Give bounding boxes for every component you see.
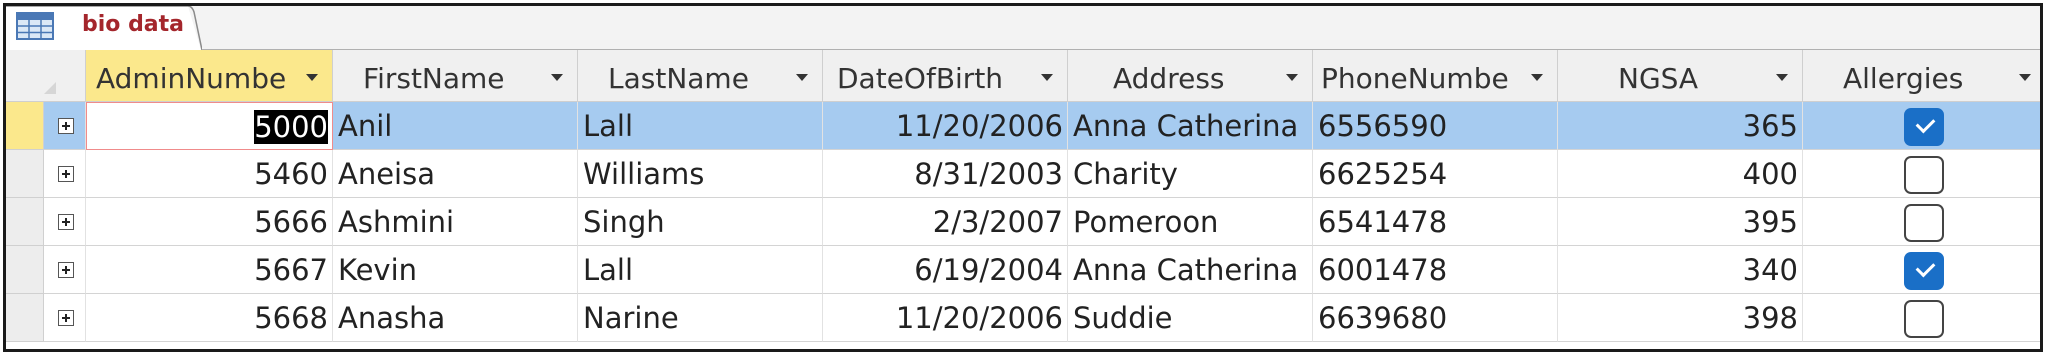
- allergies-checkbox[interactable]: [1904, 300, 1944, 338]
- chevron-down-icon[interactable]: [1531, 74, 1543, 81]
- chevron-down-icon[interactable]: [2019, 74, 2031, 81]
- table-row[interactable]: 5000 Anil Lall 11/20/2006 Anna Catherina…: [6, 102, 2040, 150]
- cell-dateofbirth[interactable]: 11/20/2006: [823, 294, 1068, 342]
- cell-adminnumber[interactable]: 5668: [86, 294, 333, 342]
- cell-firstname[interactable]: Ashmini: [333, 198, 578, 246]
- column-header-label: Address: [1113, 62, 1225, 95]
- cell-allergies[interactable]: [1803, 102, 2040, 150]
- select-all-corner[interactable]: [6, 50, 86, 102]
- cell-address[interactable]: Anna Catherina: [1068, 102, 1313, 150]
- cell-address[interactable]: Charity: [1068, 150, 1313, 198]
- cell-adminnumber[interactable]: 5000: [86, 102, 333, 150]
- expand-subdatasheet[interactable]: [44, 246, 86, 294]
- table-row[interactable]: 5666 Ashmini Singh 2/3/2007 Pomeroon 654…: [6, 198, 2040, 246]
- cell-dateofbirth[interactable]: 6/19/2004: [823, 246, 1068, 294]
- cell-phonenumber[interactable]: 6639680: [1313, 294, 1558, 342]
- cell-ngsa[interactable]: 400: [1558, 150, 1803, 198]
- cell-ngsa[interactable]: 398: [1558, 294, 1803, 342]
- record-selector[interactable]: [6, 294, 44, 342]
- column-header-label: Allergies: [1843, 62, 1964, 95]
- column-header-address[interactable]: Address: [1068, 50, 1313, 102]
- plus-icon[interactable]: [58, 262, 74, 278]
- cell-address[interactable]: Suddie: [1068, 294, 1313, 342]
- cell-ngsa[interactable]: 340: [1558, 246, 1803, 294]
- column-header-label: NGSA: [1618, 62, 1699, 95]
- table-row[interactable]: 5460 Aneisa Williams 8/31/2003 Charity 6…: [6, 150, 2040, 198]
- tab-title[interactable]: bio data: [82, 12, 184, 37]
- cell-lastname[interactable]: Williams: [578, 150, 823, 198]
- chevron-down-icon[interactable]: [1286, 74, 1298, 81]
- cell-lastname[interactable]: Lall: [578, 246, 823, 294]
- column-header-allergies[interactable]: Allergies: [1803, 50, 2040, 102]
- cell-lastname[interactable]: Lall: [578, 102, 823, 150]
- column-header-label: FirstName: [363, 62, 505, 95]
- record-selector[interactable]: [6, 150, 44, 198]
- chevron-down-icon[interactable]: [551, 74, 563, 81]
- allergies-checkbox[interactable]: [1904, 156, 1944, 194]
- column-header-phonenumber[interactable]: PhoneNumbe: [1313, 50, 1558, 102]
- column-header-dateofbirth[interactable]: DateOfBirth: [823, 50, 1068, 102]
- expand-subdatasheet[interactable]: [44, 102, 86, 150]
- column-header-label: LastName: [608, 62, 749, 95]
- cell-allergies[interactable]: [1803, 246, 2040, 294]
- cell-phonenumber[interactable]: 6625254: [1313, 150, 1558, 198]
- record-selector[interactable]: [6, 198, 44, 246]
- cell-lastname[interactable]: Narine: [578, 294, 823, 342]
- expand-subdatasheet[interactable]: [44, 198, 86, 246]
- table-icon: [16, 12, 54, 40]
- cell-dateofbirth[interactable]: 2/3/2007: [823, 198, 1068, 246]
- cell-ngsa[interactable]: 395: [1558, 198, 1803, 246]
- allergies-checkbox[interactable]: [1904, 252, 1944, 290]
- plus-icon[interactable]: [58, 166, 74, 182]
- cell-allergies[interactable]: [1803, 198, 2040, 246]
- tab-strip: bio data: [6, 6, 2040, 50]
- expand-subdatasheet[interactable]: [44, 150, 86, 198]
- column-header-adminnumber[interactable]: AdminNumbe: [86, 50, 333, 102]
- cell-firstname[interactable]: Kevin: [333, 246, 578, 294]
- cell-adminnumber[interactable]: 5460: [86, 150, 333, 198]
- cell-firstname[interactable]: Aneisa: [333, 150, 578, 198]
- column-header-lastname[interactable]: LastName: [578, 50, 823, 102]
- column-header-firstname[interactable]: FirstName: [333, 50, 578, 102]
- plus-icon[interactable]: [58, 310, 74, 326]
- expand-subdatasheet[interactable]: [44, 294, 86, 342]
- table-row[interactable]: 5668 Anasha Narine 11/20/2006 Suddie 663…: [6, 294, 2040, 342]
- cell-dateofbirth[interactable]: 11/20/2006: [823, 102, 1068, 150]
- column-header-label: PhoneNumbe: [1321, 62, 1509, 95]
- cell-phonenumber[interactable]: 6001478: [1313, 246, 1558, 294]
- cell-dateofbirth[interactable]: 8/31/2003: [823, 150, 1068, 198]
- cell-allergies[interactable]: [1803, 294, 2040, 342]
- cell-firstname[interactable]: Anasha: [333, 294, 578, 342]
- allergies-checkbox[interactable]: [1904, 204, 1944, 242]
- column-header-ngsa[interactable]: NGSA: [1558, 50, 1803, 102]
- cell-firstname[interactable]: Anil: [333, 102, 578, 150]
- cell-adminnumber[interactable]: 5666: [86, 198, 333, 246]
- chevron-down-icon[interactable]: [1041, 74, 1053, 81]
- cell-adminnumber[interactable]: 5667: [86, 246, 333, 294]
- cell-phonenumber[interactable]: 6556590: [1313, 102, 1558, 150]
- cell-address[interactable]: Pomeroon: [1068, 198, 1313, 246]
- cell-ngsa[interactable]: 365: [1558, 102, 1803, 150]
- chevron-down-icon[interactable]: [796, 74, 808, 81]
- chevron-down-icon[interactable]: [1776, 74, 1788, 81]
- chevron-down-icon[interactable]: [306, 74, 318, 81]
- cell-value-selected[interactable]: 5000: [254, 110, 328, 144]
- plus-icon[interactable]: [58, 118, 74, 134]
- cell-address[interactable]: Anna Catherina: [1068, 246, 1313, 294]
- cell-allergies[interactable]: [1803, 150, 2040, 198]
- cell-lastname[interactable]: Singh: [578, 198, 823, 246]
- cell-phonenumber[interactable]: 6541478: [1313, 198, 1558, 246]
- record-selector[interactable]: [6, 246, 44, 294]
- plus-icon[interactable]: [58, 214, 74, 230]
- table-row[interactable]: 5667 Kevin Lall 6/19/2004 Anna Catherina…: [6, 246, 2040, 294]
- datasheet-window: bio data AdminNumbe FirstName LastName D…: [3, 3, 2043, 352]
- column-header-label: AdminNumbe: [96, 62, 287, 95]
- column-header-label: DateOfBirth: [837, 62, 1004, 95]
- record-selector[interactable]: [6, 102, 44, 150]
- allergies-checkbox[interactable]: [1904, 108, 1944, 146]
